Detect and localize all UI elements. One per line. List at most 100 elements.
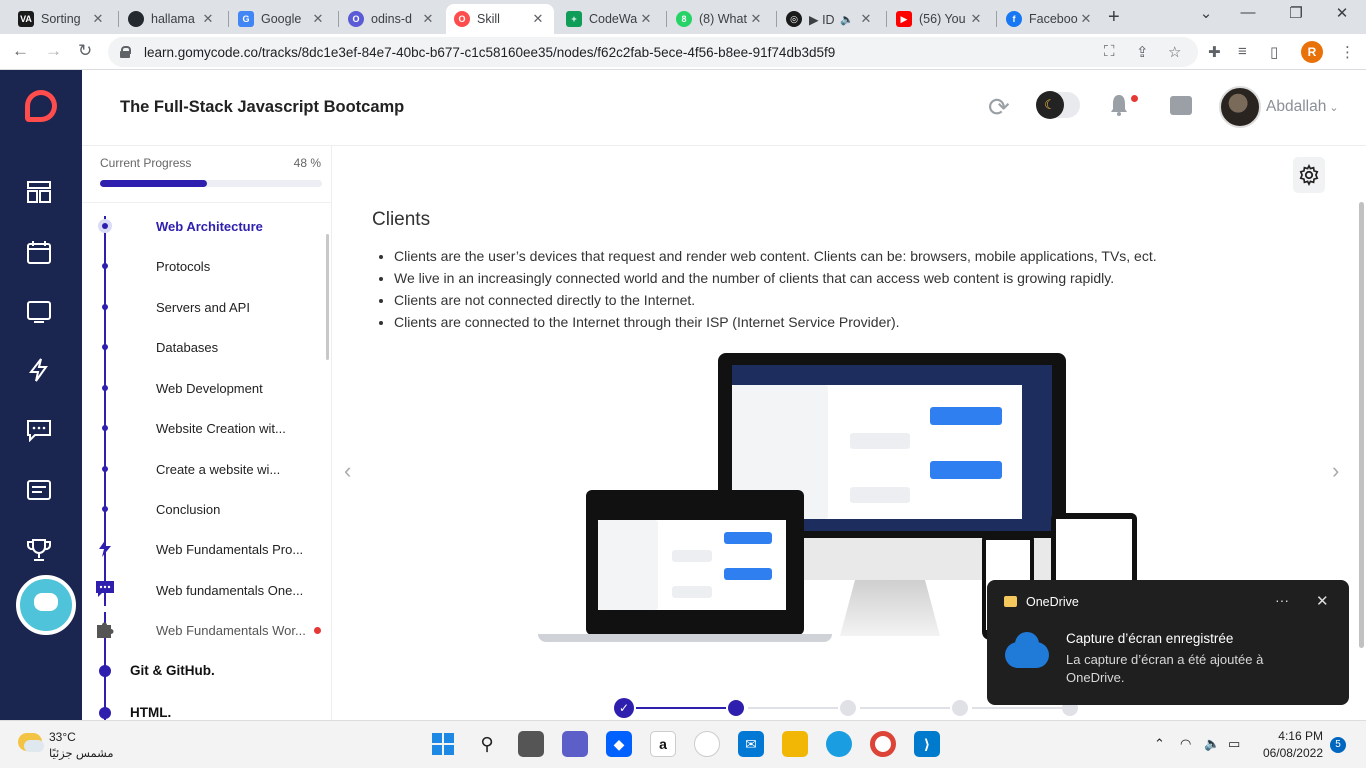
edge-icon[interactable] <box>826 731 852 757</box>
step-todo[interactable] <box>840 700 856 716</box>
battery-icon[interactable]: ▭ <box>1228 736 1240 752</box>
more-options-icon[interactable]: ··· <box>1275 592 1289 608</box>
gomycode-logo[interactable] <box>25 90 57 122</box>
outline-item-protocols[interactable]: Protocols <box>156 259 210 274</box>
browser-tab[interactable]: O odins-d ✕ <box>340 4 444 34</box>
laptop-icon[interactable] <box>26 300 52 324</box>
dark-mode-toggle[interactable]: ☾ <box>1036 91 1080 119</box>
settings-button[interactable] <box>1293 157 1325 193</box>
close-tab-icon[interactable]: ✕ <box>420 11 436 27</box>
minimize-button[interactable]: — <box>1228 4 1268 21</box>
vscode-icon[interactable]: ⟩ <box>914 731 940 757</box>
weather-icon[interactable] <box>18 733 44 752</box>
weather-description[interactable]: مشمس جزئيًا <box>49 746 114 760</box>
browser-tab[interactable]: VA Sorting ✕ <box>10 4 114 34</box>
close-tab-icon[interactable]: ✕ <box>638 11 654 27</box>
close-tab-icon[interactable]: ✕ <box>310 11 326 27</box>
outline-item-conclusion[interactable]: Conclusion <box>156 502 220 517</box>
close-tab-icon[interactable]: ✕ <box>748 11 764 27</box>
close-tab-icon[interactable]: ✕ <box>200 11 216 27</box>
browser-profile-avatar[interactable]: R <box>1301 41 1323 63</box>
support-chat-button[interactable] <box>16 575 76 635</box>
close-window-button[interactable]: ✕ <box>1322 4 1362 22</box>
github-desktop-icon[interactable] <box>694 731 720 757</box>
browser-tab[interactable]: + CodeWa ✕ <box>558 4 662 34</box>
bookmark-star-icon[interactable]: ☆ <box>1168 43 1181 61</box>
amazon-icon[interactable]: a <box>650 731 676 757</box>
taskbar-date[interactable]: 06/08/2022 <box>1257 746 1323 760</box>
maximize-button[interactable]: ❐ <box>1276 4 1316 22</box>
close-tab-icon[interactable]: ✕ <box>1078 11 1094 27</box>
close-icon[interactable]: ✕ <box>1316 592 1329 610</box>
dropbox-icon[interactable]: ◆ <box>606 731 632 757</box>
outline-scrollbar[interactable] <box>326 234 329 360</box>
browser-tab[interactable]: f Faceboo ✕ <box>998 4 1102 34</box>
outline-item-web-fundamentals-workshop[interactable]: Web Fundamentals Wor... <box>156 623 306 638</box>
next-slide-arrow-icon[interactable]: › <box>1332 458 1339 484</box>
mail-icon[interactable]: ✉ <box>738 731 764 757</box>
browser-menu-icon[interactable]: ⋮ <box>1340 43 1355 61</box>
close-tab-icon[interactable]: ✕ <box>968 11 984 27</box>
weather-temperature[interactable]: 33°C <box>49 730 76 744</box>
outline-item-web-development[interactable]: Web Development <box>156 381 263 396</box>
messages-icon[interactable] <box>1170 96 1192 115</box>
onedrive-notification[interactable]: OneDrive ··· ✕ Capture d’écran enregistr… <box>987 580 1349 705</box>
audio-icon[interactable]: 🔈 <box>840 13 854 26</box>
step-current[interactable] <box>728 700 744 716</box>
task-view-icon[interactable] <box>518 731 544 757</box>
extensions-icon[interactable]: ✚ <box>1208 43 1221 61</box>
browser-tab[interactable]: ◎ ▶ ID 🔈 ✕ <box>778 4 882 34</box>
show-hidden-icons-chevron-icon[interactable]: ⌃ <box>1154 736 1165 752</box>
media-control-icon[interactable]: ≡ <box>1238 43 1247 60</box>
lock-icon[interactable] <box>120 46 131 58</box>
previous-slide-arrow-icon[interactable]: ‹ <box>344 458 351 484</box>
close-tab-icon[interactable]: ✕ <box>90 11 106 27</box>
user-menu[interactable]: Abdallah ⌄ <box>1266 98 1339 116</box>
notification-bell-icon[interactable] <box>1110 94 1128 116</box>
back-icon[interactable]: ← <box>12 41 29 61</box>
section-html[interactable]: HTML. <box>130 705 171 720</box>
forward-icon[interactable]: → <box>45 41 62 61</box>
browser-tab[interactable]: 8 (8) What ✕ <box>668 4 772 34</box>
browser-tab[interactable]: G Google ✕ <box>230 4 334 34</box>
wifi-icon[interactable]: ◠ <box>1180 736 1191 752</box>
content-scrollbar[interactable] <box>1359 202 1364 648</box>
user-avatar[interactable] <box>1219 86 1261 128</box>
trophy-icon[interactable] <box>26 538 52 562</box>
start-button[interactable] <box>430 731 456 757</box>
new-tab-button[interactable]: + <box>1108 6 1120 29</box>
refresh-icon[interactable]: ⟳ <box>988 92 1010 123</box>
chrome-icon[interactable] <box>870 731 896 757</box>
outline-item-web-fundamentals-one[interactable]: Web fundamentals One... <box>156 583 303 598</box>
browser-tab[interactable]: hallama ✕ <box>120 4 224 34</box>
chat-icon[interactable] <box>26 418 52 442</box>
address-bar[interactable]: learn.gomycode.co/tracks/8dc1e3ef-84e7-4… <box>108 37 1198 67</box>
dashboard-icon[interactable] <box>26 180 52 204</box>
document-icon[interactable] <box>26 478 52 502</box>
calendar-icon[interactable] <box>26 240 52 264</box>
outline-item-web-architecture[interactable]: Web Architecture <box>156 219 263 234</box>
outline-item-create-a-website[interactable]: Create a website wi... <box>156 462 280 477</box>
outline-item-website-creation[interactable]: Website Creation wit... <box>156 421 286 436</box>
reload-icon[interactable]: ↻ <box>78 41 92 61</box>
file-explorer-icon[interactable] <box>782 731 808 757</box>
close-tab-icon[interactable]: ✕ <box>530 11 546 27</box>
volume-icon[interactable]: 🔈 <box>1204 736 1220 752</box>
outline-item-databases[interactable]: Databases <box>156 340 218 355</box>
step-complete-check-icon[interactable]: ✓ <box>614 698 634 718</box>
section-git-github[interactable]: Git & GitHub. <box>130 663 215 678</box>
outline-item-servers-and-api[interactable]: Servers and API <box>156 300 250 315</box>
step-todo[interactable] <box>952 700 968 716</box>
outline-item-web-fundamentals-project[interactable]: Web Fundamentals Pro... <box>156 542 303 557</box>
share-icon[interactable]: ⇪ <box>1136 43 1149 61</box>
tab-search-icon[interactable]: ⌄ <box>1186 4 1226 22</box>
taskbar-time[interactable]: 4:16 PM <box>1265 729 1323 743</box>
teams-chat-icon[interactable] <box>562 731 588 757</box>
side-panel-icon[interactable]: ▯ <box>1270 43 1278 61</box>
browser-tab-active[interactable]: O Skill ✕ <box>446 4 554 34</box>
notification-count-badge[interactable]: 5 <box>1330 737 1346 753</box>
close-tab-icon[interactable]: ✕ <box>858 11 874 27</box>
search-icon[interactable]: ⚲ <box>474 731 500 757</box>
lightning-icon[interactable] <box>26 358 52 382</box>
browser-tab[interactable]: ▶ (56) You ✕ <box>888 4 992 34</box>
